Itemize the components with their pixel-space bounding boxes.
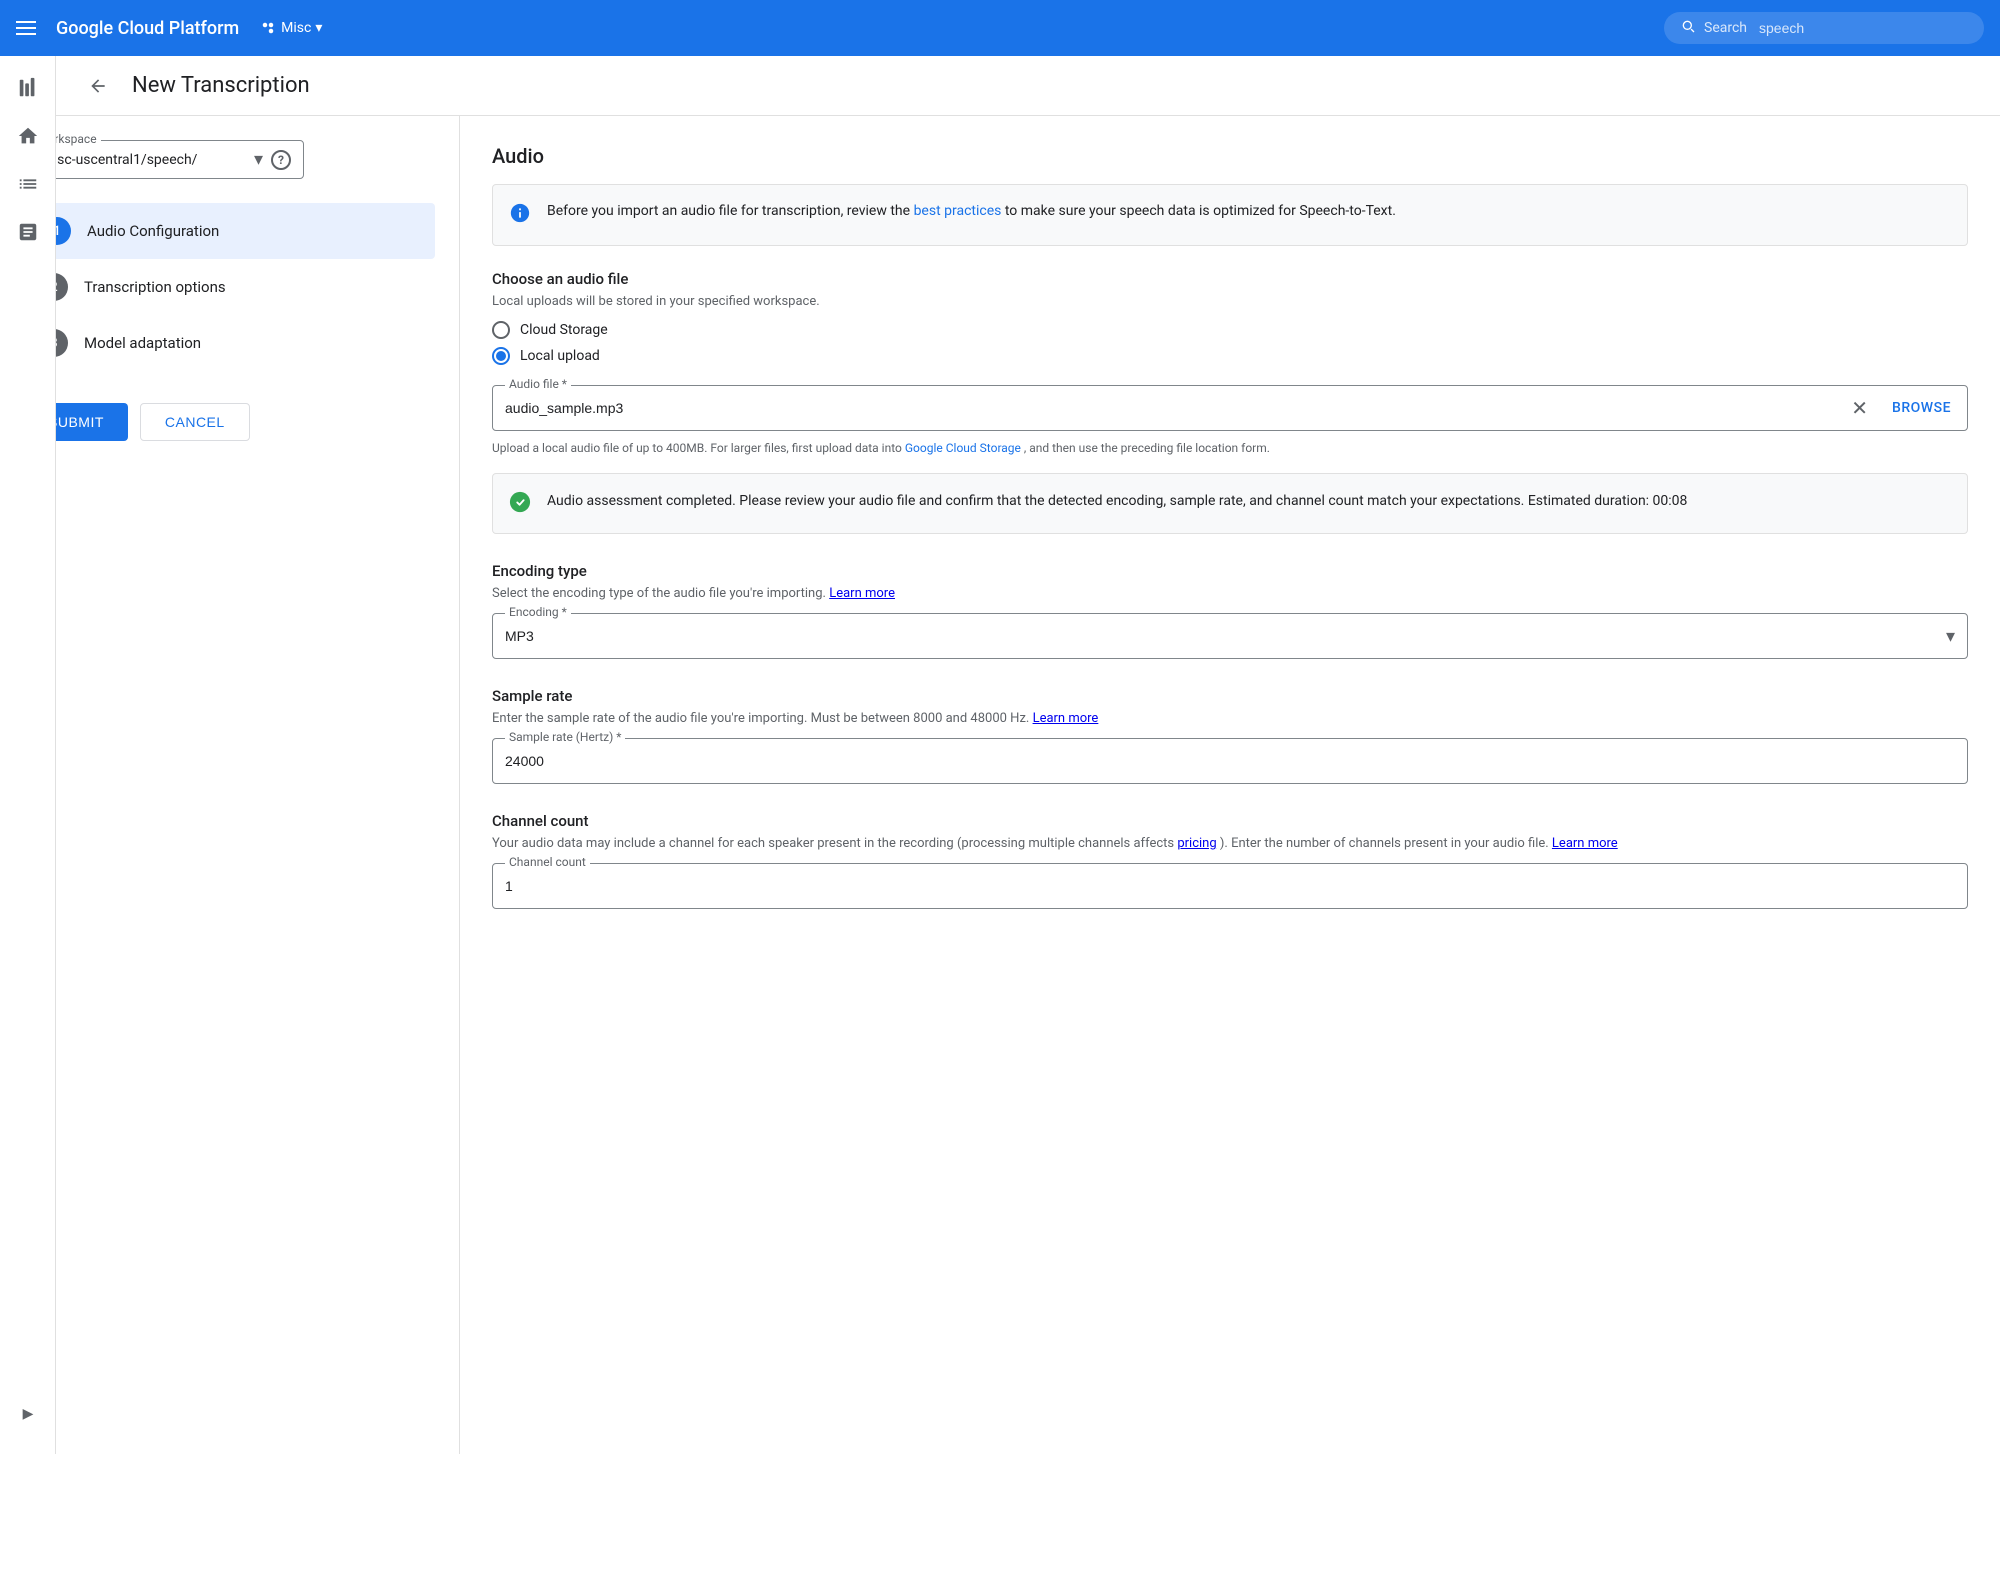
choose-audio-section: Choose an audio file Local uploads will … bbox=[492, 270, 1968, 534]
encoding-type-section: Encoding type Select the encoding type o… bbox=[492, 562, 1968, 659]
steps-list: 1 Audio Configuration 2 Transcription op… bbox=[24, 203, 435, 371]
cancel-button[interactable]: CANCEL bbox=[140, 403, 250, 441]
info-text: Before you import an audio file for tran… bbox=[547, 201, 1396, 222]
encoding-type-title: Encoding type bbox=[492, 562, 1968, 580]
workspace-field[interactable]: Workspace m1sc-uscentral1/speech/ ▾ ? bbox=[24, 140, 304, 179]
encoding-learn-more-link[interactable]: Learn more bbox=[829, 586, 895, 601]
search-bar[interactable]: Search bbox=[1664, 12, 1984, 44]
search-label: Search bbox=[1704, 20, 1747, 36]
radio-cloud-storage-label: Cloud Storage bbox=[520, 322, 608, 338]
best-practices-link[interactable]: best practices bbox=[914, 203, 1002, 219]
left-sidebar: ▶ bbox=[0, 56, 56, 1454]
step-3[interactable]: 3 Model adaptation bbox=[24, 315, 435, 371]
radio-local-upload-circle bbox=[492, 347, 510, 365]
sidebar-item-home[interactable] bbox=[8, 116, 48, 156]
radio-cloud-storage-circle bbox=[492, 321, 510, 339]
success-banner: Audio assessment completed. Please revie… bbox=[492, 473, 1968, 534]
audio-file-input[interactable] bbox=[493, 386, 1843, 430]
workspace-dropdown-icon[interactable]: ▾ bbox=[254, 149, 263, 170]
channel-count-field: Channel count bbox=[492, 863, 1968, 909]
choose-audio-title: Choose an audio file bbox=[492, 270, 1968, 288]
channel-count-section: Channel count Your audio data may includ… bbox=[492, 812, 1968, 909]
encoding-select-group: Encoding * MP3 LINEAR16 FLAC MULAW ▾ bbox=[492, 613, 1968, 659]
misc-label: Misc bbox=[281, 20, 311, 36]
channel-count-title: Channel count bbox=[492, 812, 1968, 830]
sidebar-item-list[interactable] bbox=[8, 164, 48, 204]
back-button[interactable] bbox=[80, 68, 116, 104]
encoding-type-desc: Select the encoding type of the audio fi… bbox=[492, 586, 1968, 601]
audio-file-field: Audio file * ✕ BROWSE bbox=[492, 385, 1968, 431]
workspace-help-icon[interactable]: ? bbox=[271, 150, 291, 170]
project-selector[interactable]: Misc ▾ bbox=[259, 19, 322, 37]
search-icon bbox=[1680, 18, 1696, 38]
sample-rate-label: Sample rate (Hertz) * bbox=[505, 730, 625, 744]
sample-rate-learn-more-link[interactable]: Learn more bbox=[1033, 711, 1099, 726]
step-2[interactable]: 2 Transcription options bbox=[24, 259, 435, 315]
step-1[interactable]: 1 Audio Configuration bbox=[24, 203, 435, 259]
channel-count-desc: Your audio data may include a channel fo… bbox=[492, 836, 1968, 851]
encoding-dropdown-icon: ▾ bbox=[1946, 626, 1967, 647]
upload-hint: Upload a local audio file of up to 400MB… bbox=[492, 439, 1968, 457]
page-title: New Transcription bbox=[132, 73, 310, 98]
chevron-down-icon: ▾ bbox=[315, 20, 322, 36]
right-panel: Audio Before you import an audio file fo… bbox=[460, 116, 2000, 1454]
success-text: Audio assessment completed. Please revie… bbox=[547, 490, 1687, 512]
clear-audio-file-icon[interactable]: ✕ bbox=[1843, 396, 1876, 420]
audio-section-title: Audio bbox=[492, 144, 1968, 168]
page-header: New Transcription bbox=[56, 56, 2000, 116]
radio-local-upload[interactable]: Local upload bbox=[492, 347, 1968, 365]
browse-button[interactable]: BROWSE bbox=[1876, 400, 1967, 416]
audio-file-label: Audio file * bbox=[505, 377, 571, 391]
action-buttons: SUBMIT CANCEL bbox=[24, 403, 435, 441]
step-2-label: Transcription options bbox=[84, 278, 226, 296]
sidebar-item-speech[interactable] bbox=[8, 68, 48, 108]
success-check-icon bbox=[509, 491, 531, 517]
hamburger-menu[interactable] bbox=[16, 21, 36, 35]
choose-audio-desc: Local uploads will be stored in your spe… bbox=[492, 294, 1968, 309]
expand-sidebar-button[interactable]: ▶ bbox=[8, 1394, 48, 1434]
sample-rate-section: Sample rate Enter the sample rate of the… bbox=[492, 687, 1968, 784]
encoding-label: Encoding * bbox=[505, 605, 571, 619]
left-panel: Workspace m1sc-uscentral1/speech/ ▾ ? 1 … bbox=[0, 116, 460, 1454]
radio-local-upload-label: Local upload bbox=[520, 348, 600, 364]
google-cloud-storage-link[interactable]: Google Cloud Storage bbox=[905, 441, 1021, 455]
channel-count-label: Channel count bbox=[505, 855, 590, 869]
workspace-value: m1sc-uscentral1/speech/ bbox=[37, 152, 246, 168]
step-1-label: Audio Configuration bbox=[87, 222, 219, 240]
sample-rate-desc: Enter the sample rate of the audio file … bbox=[492, 711, 1968, 726]
step-3-label: Model adaptation bbox=[84, 334, 201, 352]
pricing-link[interactable]: pricing bbox=[1177, 836, 1216, 851]
info-banner: Before you import an audio file for tran… bbox=[492, 184, 1968, 246]
channel-learn-more-link[interactable]: Learn more bbox=[1552, 836, 1618, 851]
sample-rate-field: Sample rate (Hertz) * bbox=[492, 738, 1968, 784]
sample-rate-input[interactable] bbox=[493, 739, 1967, 783]
radio-cloud-storage[interactable]: Cloud Storage bbox=[492, 321, 1968, 339]
info-icon bbox=[509, 202, 531, 229]
sample-rate-title: Sample rate bbox=[492, 687, 1968, 705]
top-navigation: Google Cloud Platform Misc ▾ Search bbox=[0, 0, 2000, 56]
audio-source-radio-group: Cloud Storage Local upload bbox=[492, 321, 1968, 365]
search-input[interactable] bbox=[1759, 20, 1959, 36]
app-logo: Google Cloud Platform bbox=[56, 18, 239, 39]
encoding-select[interactable]: MP3 LINEAR16 FLAC MULAW bbox=[493, 614, 1946, 658]
channel-count-input[interactable] bbox=[493, 864, 1967, 908]
content-area: Workspace m1sc-uscentral1/speech/ ▾ ? 1 … bbox=[0, 116, 2000, 1454]
sidebar-item-analytics[interactable] bbox=[8, 212, 48, 252]
